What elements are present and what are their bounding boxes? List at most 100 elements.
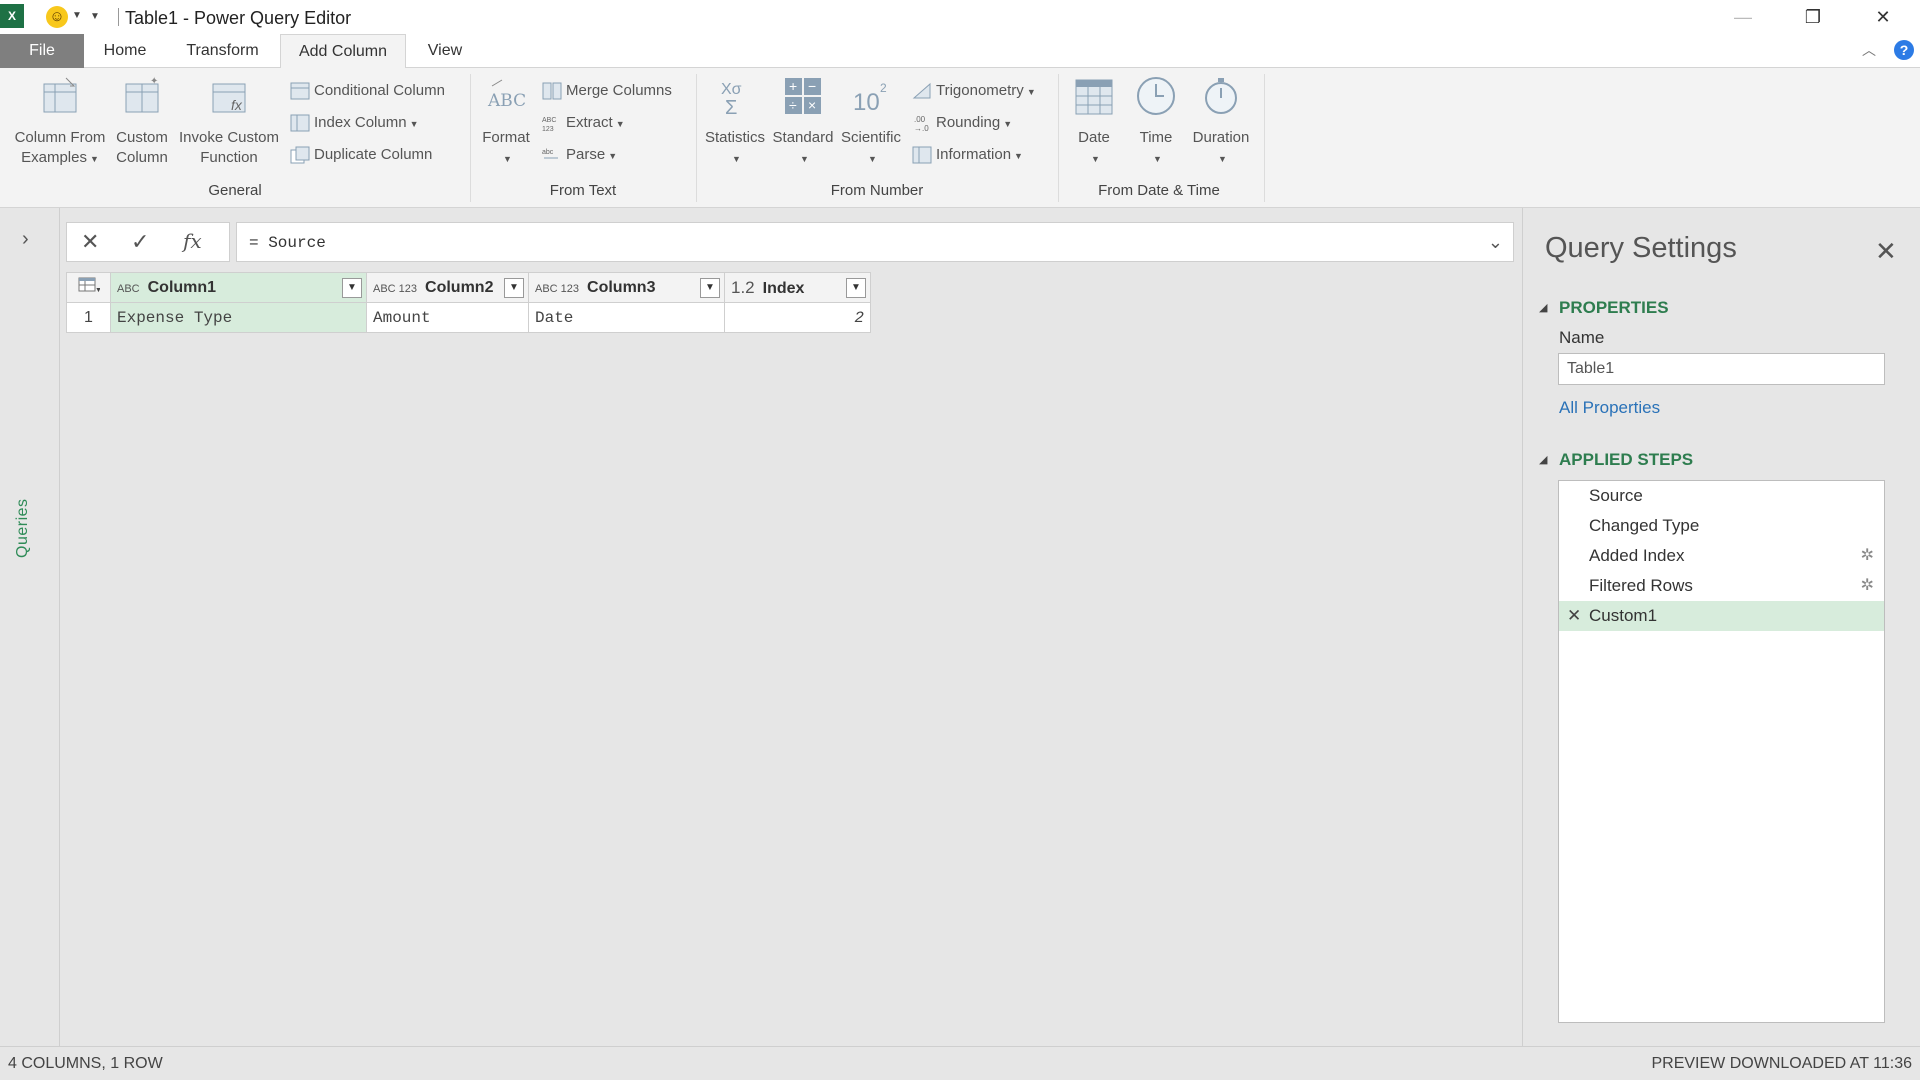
ribbon-tabs: File Home Transform Add Column View ︿ xyxy=(0,34,1920,69)
tab-view[interactable]: View xyxy=(418,34,472,68)
filter-dropdown-icon[interactable]: ▼ xyxy=(700,278,720,298)
parse-label: Parse xyxy=(566,146,606,163)
duplicate-column-button[interactable]: Duplicate Column xyxy=(290,144,432,166)
table-cell[interactable]: 2 xyxy=(724,302,871,333)
gear-icon[interactable]: ✲ xyxy=(1861,571,1874,601)
duration-button[interactable]: Duration ▼ xyxy=(1186,76,1256,169)
column-from-examples-label-1: Column From xyxy=(14,129,106,146)
chevron-down-icon: ▼ xyxy=(1026,87,1036,97)
collapse-applied-steps-icon[interactable]: ◢ xyxy=(1539,453,1547,466)
filter-dropdown-icon[interactable]: ▼ xyxy=(846,278,866,298)
extract-icon: ABC 123 xyxy=(542,117,556,132)
any-type-icon[interactable]: ABC 123 xyxy=(373,283,417,295)
tab-file[interactable]: File xyxy=(0,34,84,68)
list-item[interactable]: Filtered Rows ✲ xyxy=(1559,571,1884,601)
table-cell[interactable]: Amount xyxy=(366,302,529,333)
query-name-input[interactable]: Table1 xyxy=(1558,353,1885,385)
formula-bar-input[interactable]: = Source ⌄ xyxy=(236,222,1514,262)
statistics-button[interactable]: Xσ Σ Statistics ▼ xyxy=(700,76,770,169)
close-icon[interactable]: ✕ xyxy=(1875,236,1897,267)
chevron-down-icon: ▼ xyxy=(1091,154,1100,164)
all-properties-link[interactable]: All Properties xyxy=(1559,398,1660,418)
date-button[interactable]: Date ▼ xyxy=(1064,76,1124,169)
custom-column-button[interactable]: ✦ Custom Column xyxy=(112,76,172,168)
list-item[interactable]: Added Index ✲ xyxy=(1559,541,1884,571)
help-icon[interactable]: ? xyxy=(1894,40,1914,60)
index-column-label: Index Column xyxy=(314,114,407,131)
column-header-column2[interactable]: ABC 123 Column2 ▼ xyxy=(366,272,529,303)
list-item[interactable]: ✕ Custom1 xyxy=(1559,601,1884,631)
commit-formula-icon[interactable]: ✓ xyxy=(131,229,149,255)
queries-pane-label[interactable]: Queries xyxy=(14,498,32,558)
tab-add-column[interactable]: Add Column xyxy=(280,34,406,69)
parse-icon: abc xyxy=(542,149,558,159)
standard-label: Standard xyxy=(772,129,834,146)
gear-icon[interactable]: ✲ xyxy=(1861,541,1874,571)
text-type-icon[interactable]: ABC xyxy=(117,283,140,295)
column-header-index[interactable]: 1.2 Index ▼ xyxy=(724,272,871,303)
filter-dropdown-icon[interactable]: ▼ xyxy=(504,278,524,298)
applied-steps-heading[interactable]: APPLIED STEPS xyxy=(1559,450,1693,470)
row-number[interactable]: 1 xyxy=(66,302,111,333)
filter-dropdown-icon[interactable]: ▼ xyxy=(342,278,362,298)
svg-text:×: × xyxy=(808,97,816,113)
data-grid: ▼ ABC Column1 ▼ ABC 123 Column2 ▼ ABC 123 C… xyxy=(66,272,871,333)
svg-text:10: 10 xyxy=(853,89,880,116)
tab-transform[interactable]: Transform xyxy=(175,34,270,68)
scientific-icon: 102 xyxy=(853,81,887,116)
status-preview-time: PREVIEW DOWNLOADED AT 11:36 xyxy=(1651,1055,1912,1072)
delete-step-icon[interactable]: ✕ xyxy=(1567,601,1581,631)
column-from-examples-button[interactable]: Column From Examples ▼ xyxy=(8,76,112,169)
table-menu-button[interactable]: ▼ xyxy=(66,272,111,303)
title-bar: X ☺ ▼ ▼ Table1 - Power Query Editor — ❐ … xyxy=(0,0,1920,34)
minimize-button[interactable]: — xyxy=(1713,0,1773,34)
parse-button[interactable]: abc Parse ▼ xyxy=(542,144,617,166)
group-label-from-text: From Text xyxy=(549,182,617,199)
chevron-down-icon: ▼ xyxy=(89,154,99,164)
status-row-count: 4 COLUMNS, 1 ROW xyxy=(8,1055,163,1072)
table-cell[interactable]: Expense Type xyxy=(110,302,367,333)
group-label-general: General xyxy=(208,182,262,199)
cancel-formula-icon[interactable]: ✕ xyxy=(81,229,99,255)
time-button[interactable]: Time ▼ xyxy=(1126,76,1186,169)
smiley-feedback-icon[interactable]: ☺ xyxy=(46,6,68,28)
properties-heading[interactable]: PROPERTIES xyxy=(1559,298,1669,318)
list-item[interactable]: Source xyxy=(1559,481,1884,511)
decimal-type-icon[interactable]: 1.2 xyxy=(731,278,755,297)
clock-icon xyxy=(1137,77,1175,115)
collapse-ribbon-icon[interactable]: ︿ xyxy=(1862,40,1876,60)
tab-home[interactable]: Home xyxy=(92,34,158,68)
svg-text:2: 2 xyxy=(880,81,887,95)
rounding-button[interactable]: .00 →.0 Rounding ▼ xyxy=(912,112,1012,134)
column-header-column3[interactable]: ABC 123 Column3 ▼ xyxy=(528,272,725,303)
conditional-column-button[interactable]: Conditional Column xyxy=(290,80,445,102)
fx-icon[interactable]: fx xyxy=(183,229,202,253)
formula-text[interactable]: = Source xyxy=(249,234,326,252)
column-header-column1[interactable]: ABC Column1 ▼ xyxy=(110,272,367,303)
standard-button[interactable]: + − ÷ × Standard ▼ xyxy=(768,76,838,169)
index-column-button[interactable]: Index Column ▼ xyxy=(290,112,418,134)
table-cell[interactable]: Date xyxy=(528,302,725,333)
trigonometry-button[interactable]: Trigonometry ▼ xyxy=(912,80,1036,102)
format-button[interactable]: ABC Format ▼ xyxy=(476,76,536,169)
svg-text:▼: ▼ xyxy=(95,287,100,293)
rounding-label: Rounding xyxy=(936,114,1001,131)
close-button[interactable]: ✕ xyxy=(1853,0,1913,34)
merge-columns-button[interactable]: Merge Columns xyxy=(542,80,672,102)
trigonometry-icon xyxy=(912,82,931,99)
information-button[interactable]: Information ▼ xyxy=(912,144,1023,166)
feedback-caret-icon[interactable]: ▼ xyxy=(72,10,82,21)
list-item[interactable]: Changed Type xyxy=(1559,511,1884,541)
expand-formula-icon[interactable]: ⌄ xyxy=(1488,232,1503,253)
collapse-properties-icon[interactable]: ◢ xyxy=(1539,301,1547,314)
expand-queries-icon[interactable]: › xyxy=(22,228,29,251)
step-label: Source xyxy=(1589,486,1643,505)
restore-button[interactable]: ❐ xyxy=(1783,0,1843,34)
quick-access-toolbar-caret-icon[interactable]: ▼ xyxy=(90,11,100,22)
svg-text:Σ: Σ xyxy=(725,97,737,116)
any-type-icon[interactable]: ABC 123 xyxy=(535,283,579,295)
chevron-down-icon: ▼ xyxy=(409,119,419,129)
invoke-custom-function-button[interactable]: fx Invoke Custom Function xyxy=(174,76,284,168)
extract-button[interactable]: ABC 123 Extract ▼ xyxy=(542,112,625,134)
scientific-button[interactable]: 10 2 Scientific ▼ xyxy=(836,76,906,169)
